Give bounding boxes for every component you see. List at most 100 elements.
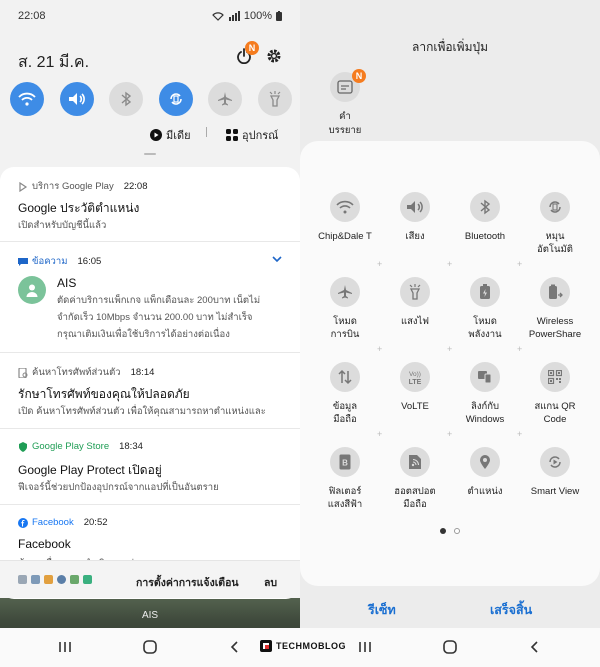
tile-airplane-mode[interactable]: โหมด การบิน [310,277,380,341]
tile-label: Smart View [530,486,580,497]
airplane-toggle[interactable] [208,82,243,116]
available-tile-live-caption[interactable]: N คำบรรยาย สด [329,69,370,152]
play-protect-shield-icon [19,441,27,452]
app-icon [83,575,92,584]
tile-label: ข้อมูล [332,401,358,412]
notification-item[interactable]: Google Play Store 18:34 Google Play Prot… [0,429,300,505]
message-icon [18,257,28,266]
smart-view-icon [549,456,561,468]
home-icon[interactable] [143,640,157,654]
drop-marker: + [447,344,453,354]
notification-item[interactable]: Facebook 20:52 Facebook ค้นหาเพื่อน และด… [0,505,300,569]
tile-label: ฟิลเตอร์ [328,486,362,497]
recent-apps-icon[interactable] [358,640,372,654]
back-icon[interactable] [228,640,242,654]
tile-mobile-data[interactable]: ข้อมูล มือถือ [310,362,380,426]
drop-marker: + [517,429,523,439]
signal-status-icon [228,11,240,21]
media-label: มีเดีย [166,130,191,142]
mini-app-icons [18,575,92,584]
volte-icon: Vo))LTE [409,371,422,385]
tile-label: Code [543,414,567,425]
airplane-icon [338,285,352,299]
flashlight-toggle[interactable] [257,82,292,116]
sound-toggle[interactable] [59,82,94,116]
notification-body: ฟีเจอร์นี้ช่วยปกป้องอุปกรณ์จากแอปที่เป็น… [18,482,219,493]
tile-mobile-hotspot[interactable]: ฮอตสปอต มือถือ [380,447,450,511]
edit-buttons-panel: ลากเพื่อเพิ่มปุ่ม N คำบรรยาย สด Chip&Dal… [300,0,600,628]
notification-body-line: ตัดค่าบริการแพ็กเกจ แพ็กเดือนละ 200บาท เ… [57,295,261,306]
wifi-icon [18,92,36,106]
chevron-down-icon[interactable] [272,254,282,264]
status-bar: 22:08 100% [18,10,282,26]
tile-label: Chip&Dale T [318,231,372,242]
notification-app: Facebook [32,517,74,528]
bluetooth-icon [121,91,132,107]
qr-code-icon [548,370,562,384]
wifi-toggle[interactable] [10,82,44,116]
airplane-icon [218,92,233,106]
page-dot[interactable] [454,528,460,534]
drop-marker: + [447,259,453,269]
done-button[interactable]: เสร็จสิ้น [490,600,532,620]
bluetooth-icon [480,199,491,215]
battery-percent: 100% [243,10,272,22]
settings-gear-icon[interactable] [266,48,282,64]
wifi-status-icon [212,12,224,21]
tile-location[interactable]: ตำแหน่ง [450,447,520,498]
back-icon[interactable] [528,640,542,654]
home-icon[interactable] [443,640,457,654]
notification-item[interactable]: ค้นหาโทรศัพท์ส่วนตัว 18:14 รักษาโทรศัพท์… [0,353,300,429]
tile-auto-rotate[interactable]: หมุน อัตโนมัติ [520,192,590,256]
find-my-mobile-icon [18,367,28,378]
notification-time: 20:52 [83,517,108,528]
navigation-bar: TECHMOBLOG [0,628,600,667]
tile-label: ลิงก์กับ [471,401,499,412]
tile-label: พลังงาน [468,329,502,340]
notification-title: AIS [57,276,77,290]
link-to-windows-icon [478,371,492,384]
app-icon [70,575,79,584]
tile-bluetooth[interactable]: Bluetooth [450,192,520,243]
devices-button[interactable]: อุปกรณ์ [226,126,278,144]
notification-title: Facebook [18,537,71,551]
carrier-label: AIS [141,610,159,621]
tile-label: แสงสีฟ้า [327,499,363,510]
tile-flashlight[interactable]: แสงไฟ [380,277,450,328]
notification-footer: การตั้งค่าการแจ้งเตือน ลบ [0,560,300,598]
tile-wifi[interactable]: Chip&Dale T [310,192,380,243]
media-button[interactable]: มีเดีย [150,126,191,144]
tile-smart-view[interactable]: Smart View [520,447,590,498]
page-dot-active[interactable] [440,528,446,534]
tile-blue-light-filter[interactable]: B ฟิลเตอร์ แสงสีฟ้า [310,447,380,511]
tile-label: การบิน [330,329,360,340]
page-indicator [440,528,460,534]
power-button[interactable]: N [236,41,259,65]
drag-handle[interactable] [144,153,156,155]
notification-shade: 22:08 100% ส. 21 มี.ค. N มีเดีย อุปกรณ์ … [0,0,300,667]
volume-icon [407,201,423,213]
volume-icon [68,93,85,105]
tile-label: หมุน [545,231,565,242]
notification-body: เปิดสำหรับบัญชีนี้แล้ว [18,220,107,231]
bluetooth-toggle[interactable] [109,82,144,116]
clear-notifications-button[interactable]: ลบ [264,574,277,591]
notification-body-line: กรุณาเติมเงินเพื่อใช้บริการได้อย่างต่อเน… [57,329,230,340]
tile-link-to-windows[interactable]: ลิงก์กับ Windows [450,362,520,426]
tile-label: สแกน QR [534,401,576,412]
notification-settings-button[interactable]: การตั้งค่าการแจ้งเตือน [136,574,239,591]
reset-button[interactable]: รีเซ็ท [368,600,396,620]
recent-apps-icon[interactable] [58,640,72,654]
notification-item[interactable]: บริการ Google Play 22:08 Google ประวัติต… [0,167,300,242]
tile-power-mode[interactable]: โหมด พลังงาน [450,277,520,341]
techmoblog-watermark: TECHMOBLOG [260,640,346,652]
notification-item[interactable]: ข้อความ 16:05 AIS ตัดค่าบริการแพ็กเกจ แพ… [0,242,300,353]
tile-qr-scanner[interactable]: สแกน QR Code [520,362,590,426]
tile-sound[interactable]: เสียง [380,192,450,243]
tile-wireless-powershare[interactable]: Wireless PowerShare [520,277,590,341]
location-pin-icon [480,455,490,469]
auto-rotate-toggle[interactable] [158,82,193,116]
app-icon [31,575,40,584]
svg-text:LTE: LTE [409,379,422,385]
tile-volte[interactable]: Vo)) LTE VoLTE [380,362,450,413]
